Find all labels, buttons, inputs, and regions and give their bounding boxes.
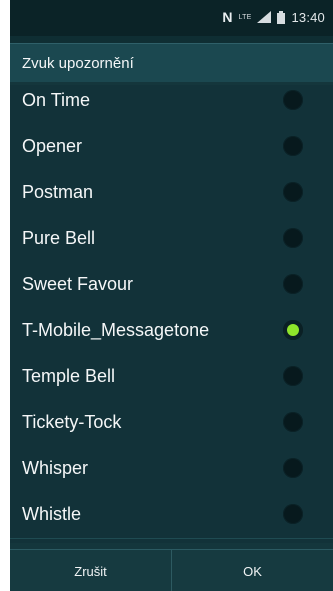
clock: 13:40 [291, 9, 325, 25]
radio-button[interactable] [283, 90, 303, 110]
list-item-label: On Time [22, 90, 91, 110]
status-bar: N LTE 13:40 [10, 0, 333, 36]
list-item-label: Postman [22, 182, 94, 202]
list-item-label: Temple Bell [22, 366, 116, 386]
list-item-label: Tickety-Tock [22, 412, 122, 432]
lte-icon: LTE [238, 13, 252, 21]
radio-button[interactable] [283, 182, 303, 202]
list-item-label: T-Mobile_Messagetone [22, 320, 210, 340]
status-icons: N LTE 13:40 [222, 9, 325, 25]
nfc-icon: N [222, 9, 233, 25]
list-item-label: Pure Bell [22, 228, 96, 248]
list-item[interactable]: Opener [10, 124, 333, 171]
list-item[interactable]: Tickety-Tock [10, 400, 333, 447]
list-item-label: Opener [22, 136, 83, 156]
radio-button[interactable] [283, 366, 303, 386]
radio-button[interactable] [283, 228, 303, 248]
list-item-label: Whisper [22, 458, 89, 478]
phone-screen: N LTE 13:40 Zvuk upozornění On Time Open… [10, 0, 333, 591]
radio-button[interactable] [283, 458, 303, 478]
dialog-footer: Zrušit OK [10, 549, 333, 591]
list-item[interactable]: Postman [10, 170, 333, 217]
list-item-label: Sweet Favour [22, 274, 134, 294]
dialog-title: Zvuk upozornění [22, 55, 134, 72]
list-item-selected[interactable]: T-Mobile_Messagetone [10, 308, 333, 355]
list-item[interactable]: Pure Bell [10, 216, 333, 263]
battery-icon [277, 10, 286, 24]
ok-button[interactable]: OK [172, 550, 333, 591]
ringtone-list[interactable]: On Time Opener Postman Pure Bell Sweet F… [10, 85, 333, 543]
list-item[interactable]: On Time [10, 85, 333, 125]
signal-strength-icon [257, 11, 272, 23]
cancel-button[interactable]: Zrušit [10, 550, 171, 591]
radio-button[interactable] [283, 274, 303, 294]
list-item[interactable]: Whistle [10, 492, 333, 539]
list-item-label: Whistle [22, 504, 82, 524]
list-item[interactable]: Sweet Favour [10, 262, 333, 309]
radio-button[interactable] [283, 412, 303, 432]
radio-button-selected[interactable] [283, 320, 303, 340]
notification-sound-dialog: Zvuk upozornění On Time Opener Postman P… [10, 43, 333, 591]
list-item[interactable]: Temple Bell [10, 354, 333, 401]
dialog-header: Zvuk upozornění [10, 43, 333, 82]
radio-button[interactable] [283, 504, 303, 524]
radio-button[interactable] [283, 136, 303, 156]
list-item[interactable]: Whisper [10, 446, 333, 493]
